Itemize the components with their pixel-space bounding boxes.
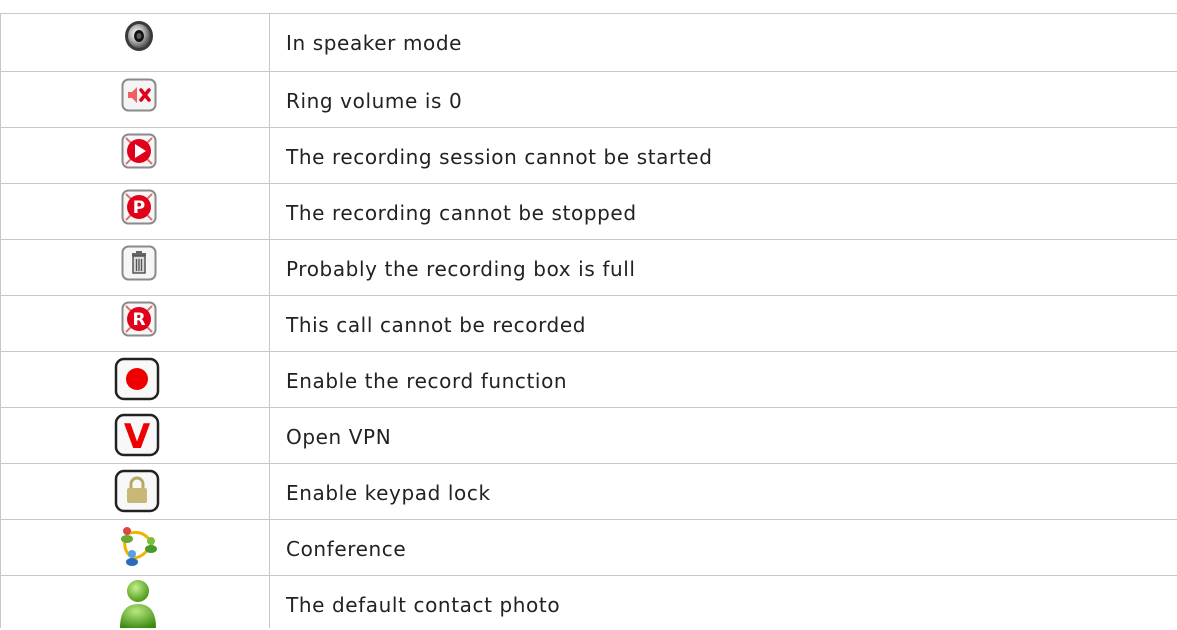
icon-cell: P xyxy=(0,184,270,239)
icon-cell xyxy=(0,464,270,519)
record-start-failed-icon xyxy=(121,133,157,169)
description-text: Ring volume is 0 xyxy=(286,89,463,113)
icon-cell xyxy=(0,72,270,127)
icon-cell xyxy=(0,576,270,628)
description-text: The recording session cannot be started xyxy=(286,145,713,169)
record-stop-failed-icon: P xyxy=(121,189,157,225)
description-text: Open VPN xyxy=(286,425,392,449)
record-button-icon xyxy=(114,357,160,401)
description-text: Conference xyxy=(286,537,407,561)
ring-volume-muted-icon xyxy=(121,78,157,112)
svg-text:R: R xyxy=(132,310,145,330)
table-row: Enable the record function xyxy=(0,352,1177,408)
svg-text:P: P xyxy=(133,198,145,218)
icon-cell: V xyxy=(0,408,270,463)
table-row: Probably the recording box is full xyxy=(0,240,1177,296)
vpn-icon: V xyxy=(114,413,160,457)
status-icon-table: In speaker mode Ring volume is 0 The rec… xyxy=(0,13,1177,628)
trash-icon xyxy=(121,245,157,281)
table-row: R This call cannot be recorded xyxy=(0,296,1177,352)
description-text: The recording cannot be stopped xyxy=(286,201,637,225)
svg-text:V: V xyxy=(124,417,151,457)
speaker-icon xyxy=(122,19,156,53)
icon-cell: R xyxy=(0,296,270,351)
description-text: This call cannot be recorded xyxy=(286,313,587,337)
table-row: The default contact photo xyxy=(0,576,1177,628)
conference-icon xyxy=(114,524,162,570)
table-row: P The recording cannot be stopped xyxy=(0,184,1177,240)
icon-cell xyxy=(0,14,270,71)
description-text: In speaker mode xyxy=(286,31,463,55)
description-text: Probably the recording box is full xyxy=(286,257,636,281)
icon-cell xyxy=(0,520,270,575)
icon-cell xyxy=(0,240,270,295)
record-disabled-icon: R xyxy=(121,301,157,337)
description-text: Enable keypad lock xyxy=(286,481,491,505)
table-row: The recording session cannot be started xyxy=(0,128,1177,184)
description-text: The default contact photo xyxy=(286,593,561,617)
icon-cell xyxy=(0,128,270,183)
icon-cell xyxy=(0,352,270,407)
table-row: V Open VPN xyxy=(0,408,1177,464)
table-row: Ring volume is 0 xyxy=(0,72,1177,128)
table-row: Conference xyxy=(0,520,1177,576)
default-contact-photo-icon xyxy=(118,578,158,628)
description-text: Enable the record function xyxy=(286,369,568,393)
table-row: Enable keypad lock xyxy=(0,464,1177,520)
table-row: In speaker mode xyxy=(0,14,1177,72)
keypad-lock-icon xyxy=(114,469,160,513)
